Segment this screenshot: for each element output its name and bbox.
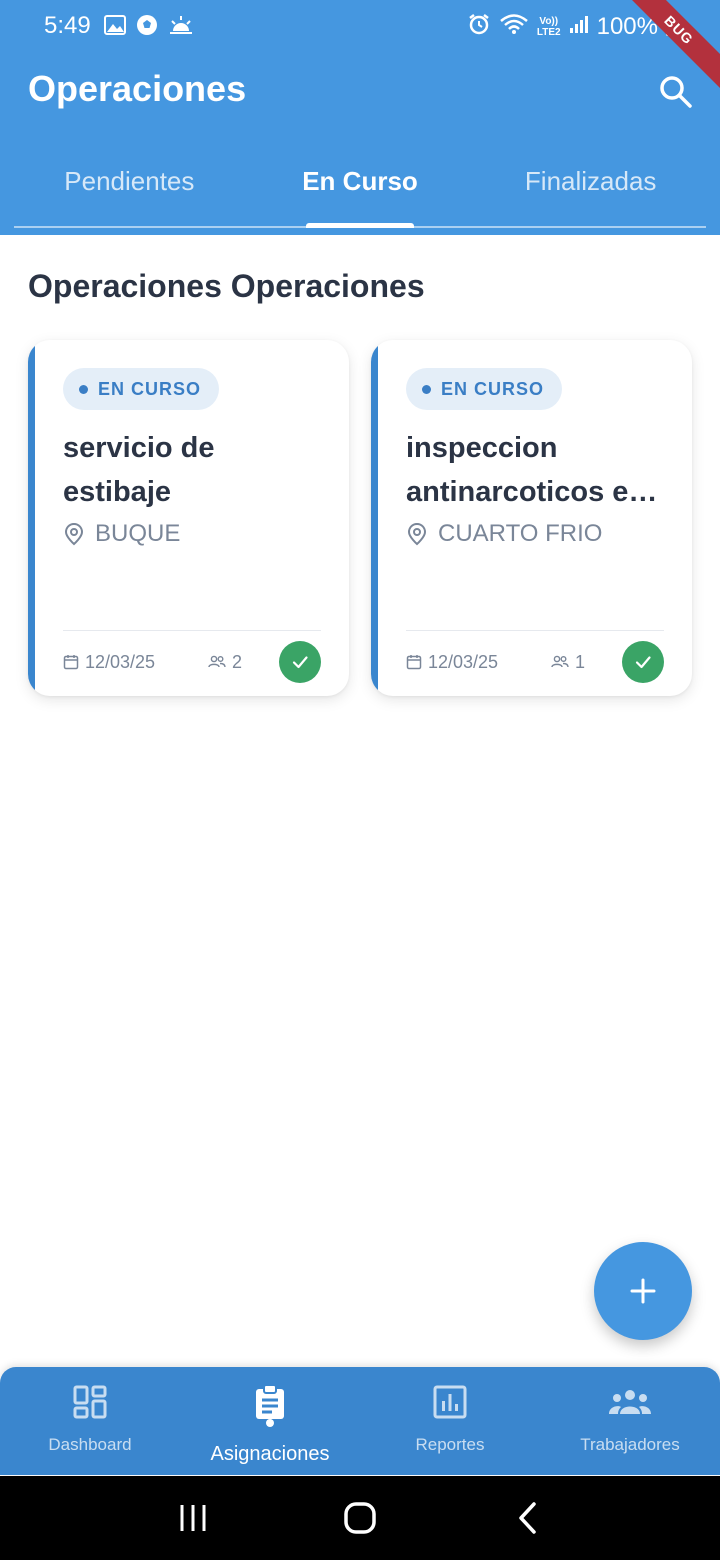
search-button[interactable] xyxy=(656,72,696,112)
wifi-icon xyxy=(499,13,529,40)
card-workers-count: 2 xyxy=(232,651,243,672)
bar-chart-icon xyxy=(433,1383,467,1421)
add-operation-button[interactable] xyxy=(594,1242,692,1340)
card-divider xyxy=(63,630,321,631)
recent-apps-icon xyxy=(180,1505,206,1531)
lte-indicator: Vo)) LTE2 xyxy=(537,16,561,38)
back-button[interactable] xyxy=(497,1488,557,1548)
status-time: 5:49 xyxy=(44,12,91,39)
status-badge-label: EN CURSO xyxy=(441,378,545,399)
alarm-icon xyxy=(467,12,491,41)
calendar-icon xyxy=(63,655,79,670)
card-date-label: 12/03/25 xyxy=(85,651,156,672)
plus-icon xyxy=(630,1278,656,1304)
tab-finalizadas[interactable]: Finalizadas xyxy=(475,150,706,226)
nav-item-reportes[interactable]: Reportes xyxy=(360,1367,540,1475)
card-location: CUARTO FRIO xyxy=(406,520,602,548)
tab-pendientes[interactable]: Pendientes xyxy=(14,150,245,226)
signal-icon xyxy=(569,14,589,39)
location-pin-icon xyxy=(407,522,427,546)
recent-apps-button[interactable] xyxy=(163,1488,223,1548)
status-badge-label: EN CURSO xyxy=(98,378,202,399)
screen: 5:49 Vo)) LTE2 100% BUG Operaciones Pend… xyxy=(0,0,720,1560)
group-icon xyxy=(608,1383,652,1421)
calendar-icon xyxy=(406,655,422,670)
card-divider xyxy=(406,630,664,631)
gallery-icon xyxy=(104,15,126,40)
complete-button[interactable] xyxy=(279,641,321,683)
status-dot-icon xyxy=(422,384,431,394)
status-left-icons xyxy=(104,14,194,41)
status-badge: EN CURSO xyxy=(63,368,220,410)
card-footer: 12/03/25 1 xyxy=(406,640,664,684)
nav-label-reportes: Reportes xyxy=(415,1435,485,1454)
card-title: servicio de estibaje xyxy=(63,432,215,508)
section-title: Operaciones Operaciones xyxy=(28,268,425,304)
clipboard-icon xyxy=(254,1383,286,1421)
search-icon xyxy=(660,76,692,108)
card-location: BUQUE xyxy=(63,520,180,548)
card-date-label: 12/03/25 xyxy=(428,651,499,672)
check-icon xyxy=(292,656,308,669)
complete-button[interactable] xyxy=(622,641,664,683)
bottom-navigation: Dashboard Asignaciones Reportes Trabajad… xyxy=(0,1367,720,1475)
nav-item-trabajadores[interactable]: Trabajadores xyxy=(540,1367,720,1475)
people-icon xyxy=(208,655,226,668)
operation-card[interactable]: EN CURSO inspeccion antinarcoticos en co… xyxy=(371,340,692,696)
nav-item-asignaciones[interactable]: Asignaciones xyxy=(180,1367,360,1475)
card-date: 12/03/25 xyxy=(63,652,208,673)
card-location-label: CUARTO FRIO xyxy=(438,520,603,547)
soccer-ball-icon xyxy=(136,14,158,41)
system-navigation-bar xyxy=(0,1476,720,1560)
nav-label-trabajadores: Trabajadores xyxy=(580,1435,680,1454)
nav-label-asignaciones: Asignaciones xyxy=(210,1443,330,1465)
status-badge: EN CURSO xyxy=(406,368,563,410)
operations-grid: EN CURSO servicio de estibaje BUQUE 12/0… xyxy=(28,340,692,696)
lte-label-bottom: LTE2 xyxy=(536,26,561,38)
weather-sunrise-icon xyxy=(168,15,194,40)
card-workers-count: 1 xyxy=(575,651,586,672)
operation-card[interactable]: EN CURSO servicio de estibaje BUQUE 12/0… xyxy=(28,340,349,696)
app-header: 5:49 Vo)) LTE2 100% BUG Operaciones Pend… xyxy=(0,0,720,235)
card-location-label: BUQUE xyxy=(95,520,181,547)
check-icon xyxy=(635,656,651,669)
card-date: 12/03/25 xyxy=(406,652,551,673)
dashboard-icon xyxy=(73,1383,107,1421)
card-title: inspeccion antinarcoticos en contenedor xyxy=(406,432,647,508)
tab-bar: Pendientes En Curso Finalizadas xyxy=(14,150,706,228)
nav-active-indicator xyxy=(266,1419,274,1427)
home-button[interactable] xyxy=(330,1488,390,1548)
people-icon xyxy=(551,655,569,668)
card-workers: 2 xyxy=(208,652,279,673)
tab-en-curso[interactable]: En Curso xyxy=(245,150,476,228)
nav-label-dashboard: Dashboard xyxy=(48,1435,132,1454)
page-title: Operaciones xyxy=(28,68,247,109)
back-icon xyxy=(518,1502,536,1534)
location-pin-icon xyxy=(64,522,84,546)
status-dot-icon xyxy=(79,384,88,394)
lte-label-top: Vo)) xyxy=(539,15,559,27)
home-icon xyxy=(344,1502,376,1534)
nav-item-dashboard[interactable]: Dashboard xyxy=(0,1367,180,1475)
card-workers: 1 xyxy=(551,652,622,673)
status-bar: 5:49 Vo)) LTE2 100% xyxy=(0,0,720,56)
card-footer: 12/03/25 2 xyxy=(63,640,321,684)
